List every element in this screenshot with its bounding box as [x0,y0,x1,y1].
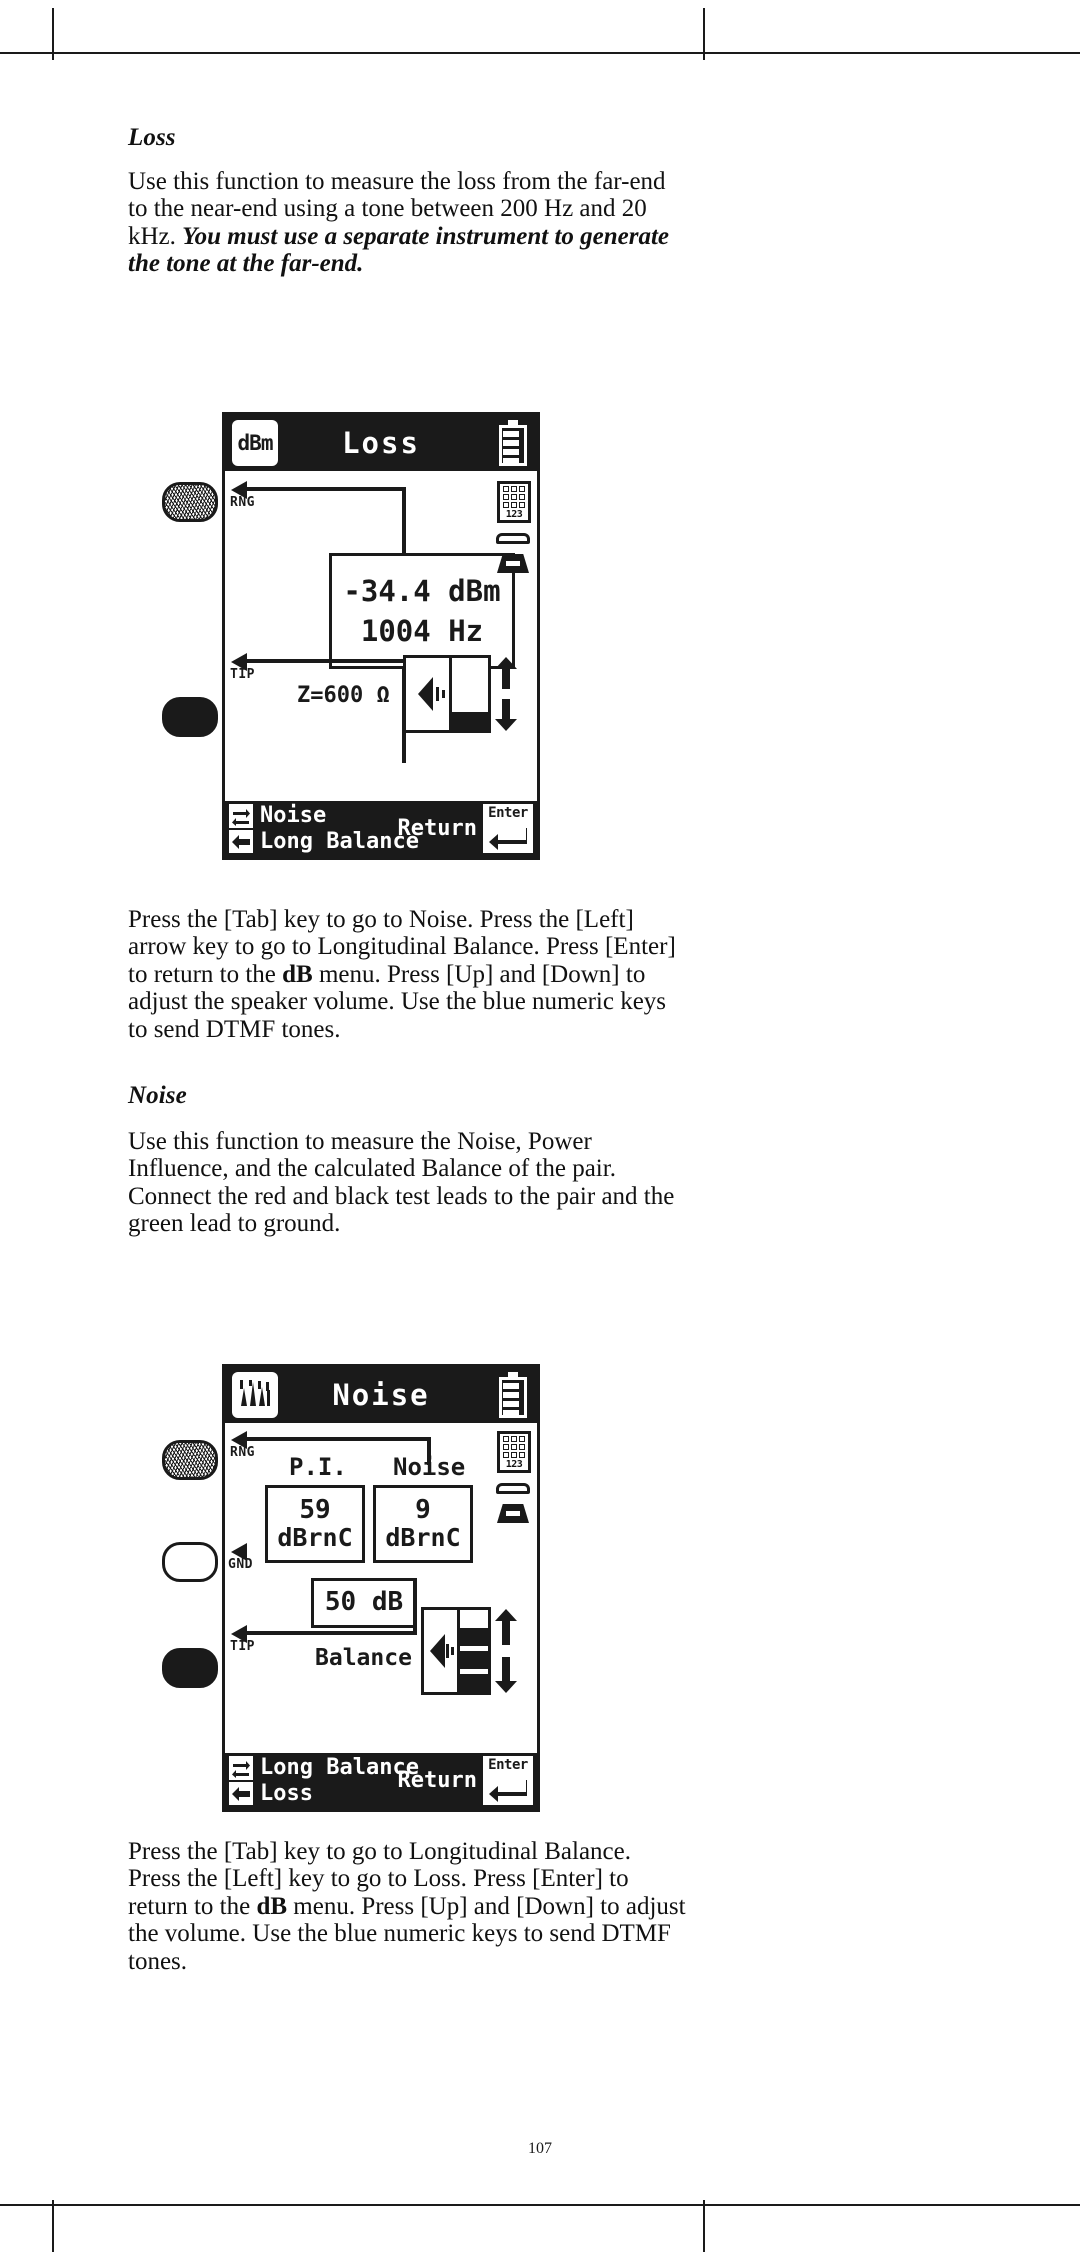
port-label-tip-noise: TIP [230,1639,255,1654]
reading-secondary-loss: 1004 Hz [360,614,484,648]
volume-arrows[interactable] [495,657,517,731]
volume-down-arrow-icon[interactable] [495,699,517,731]
keypad-icon-noise[interactable]: 123 [497,1431,531,1473]
loss-outro-bold: dB [282,960,313,988]
device-button-ring[interactable] [162,482,218,522]
page-top-rule [0,52,1080,54]
column-label-noise: Noise [393,1453,466,1481]
paragraph-noise-outro: Press the [Tab] key to go to Longitudina… [128,1838,688,1975]
device-button-gnd-noise[interactable] [162,1542,218,1582]
rng-wire-vertical [402,487,406,553]
battery-full-icon-noise [499,1372,527,1418]
port-label-rng: RNG [230,495,255,510]
lcd-header-noise: Noise [225,1367,537,1423]
left-arrow-key-icon-noise[interactable] [229,1782,253,1805]
footer-left-label-noise[interactable]: Loss [260,1781,313,1806]
pi-value: 59 [299,1495,331,1526]
lcd-body-loss: RNG -34.4 dBm 1004 Hz TIP Z=600 Ω 123 [225,471,537,801]
figure-loss-device: dBm Loss RNG -34.4 dBm 1004 Hz TIP Z=600… [150,400,950,910]
volume-down-arrow-icon-noise[interactable] [495,1657,517,1693]
tip-wire-horizontal [246,659,406,663]
reading-box-loss: -34.4 dBm 1004 Hz [329,553,515,669]
lcd-footer-loss: Noise Long Balance Return Enter [225,801,537,857]
volume-arrows-noise[interactable] [495,1609,517,1693]
keypad-digits-label-noise: 123 [505,1459,523,1470]
enter-key-label: Enter [488,805,528,821]
port-label-tip: TIP [230,667,255,682]
keypad-icon[interactable]: 123 [497,481,531,523]
speaker-icon [406,658,452,730]
rng-wire-horizontal-noise [246,1437,431,1441]
mode-badge-dbm: dBm [232,420,278,466]
footer-return-label-loss[interactable]: Return [398,816,477,841]
volume-level-bars-noise [460,1610,488,1692]
noise-unit: dBrnC [385,1522,461,1552]
impedance-readout: Z=600 Ω [297,683,390,708]
lcd-footer-noise: Long Balance Loss Return Enter [225,1753,537,1809]
speaker-volume-control-noise[interactable] [421,1607,491,1695]
telephone-icon-noise[interactable] [494,1483,532,1523]
paragraph-loss-outro: Press the [Tab] key to go to Noise. Pres… [128,906,688,1043]
page-number: 107 [528,2140,552,2157]
pi-reading-box: 59 dBrnC [265,1485,365,1563]
battery-full-icon [499,420,527,466]
keypad-digits-label: 123 [505,509,523,520]
lcd-screen-noise: Noise RNG GND P.I. Noise 59 dBrnC 9 dBrn… [222,1364,540,1812]
lcd-header-loss: dBm Loss [225,415,537,471]
tip-wire-horizontal-noise [246,1631,417,1635]
lcd-body-noise: RNG GND P.I. Noise 59 dBrnC 9 dBrnC 50 d… [225,1423,537,1753]
enter-key-icon-noise[interactable]: Enter [483,1756,533,1805]
paragraph-noise-intro: Use this function to measure the Noise, … [128,1128,675,1238]
balance-reading-box: 50 dB [311,1578,417,1628]
tab-key-icon-noise[interactable] [229,1756,253,1780]
enter-key-icon[interactable]: Enter [483,804,533,853]
volume-up-arrow-icon-noise[interactable] [495,1609,517,1645]
telephone-icon[interactable] [494,533,532,573]
crop-mark-bottom-right [703,2200,705,2252]
column-label-pi: P.I. [289,1453,347,1481]
section-heading-loss: Loss [128,124,176,151]
paragraph-loss-intro: Use this function to measure the loss fr… [128,168,688,278]
volume-up-arrow-icon[interactable] [495,657,517,689]
footer-left-label-loss[interactable]: Long Balance [260,829,419,854]
enter-key-label-noise: Enter [488,1757,528,1773]
footer-return-label-noise[interactable]: Return [398,1768,477,1793]
lcd-screen-loss: dBm Loss RNG -34.4 dBm 1004 Hz TIP Z=600… [222,412,540,860]
balance-wire-vertical [413,1579,417,1635]
noise-value: 9 [415,1495,431,1526]
figure-noise-device: Noise RNG GND P.I. Noise 59 dBrnC 9 dBrn… [150,1360,950,1830]
tab-key-icon[interactable] [229,804,253,828]
speaker-icon-noise [424,1610,461,1692]
reading-primary-loss: -34.4 dBm [343,573,501,608]
volume-level-bars [451,658,488,730]
balance-label: Balance [315,1645,412,1671]
noise-waveform-icon [232,1372,278,1418]
loss-intro-emphasis: You must use a separate instrument to ge… [128,222,670,278]
noise-reading-box: 9 dBrnC [373,1485,473,1563]
port-label-gnd: GND [228,1557,253,1572]
device-button-tip-noise[interactable] [162,1648,218,1688]
section-heading-noise: Noise [128,1082,187,1109]
left-arrow-key-icon[interactable] [229,830,253,853]
page-bottom-rule [0,2204,1080,2206]
rng-wire-horizontal [246,487,406,491]
port-label-rng-noise: RNG [230,1445,255,1460]
balance-value: 50 dB [324,1587,404,1618]
noise-outro-bold: dB [256,1892,288,1920]
device-button-ring-noise[interactable] [162,1440,218,1480]
footer-tab-label-loss[interactable]: Noise [260,803,326,828]
device-button-tip[interactable] [162,697,218,737]
crop-mark-bottom-left [52,2200,54,2252]
footer-tab-label-noise[interactable]: Long Balance [260,1755,419,1780]
pi-unit: dBrnC [277,1522,353,1552]
speaker-volume-control[interactable] [403,655,491,733]
